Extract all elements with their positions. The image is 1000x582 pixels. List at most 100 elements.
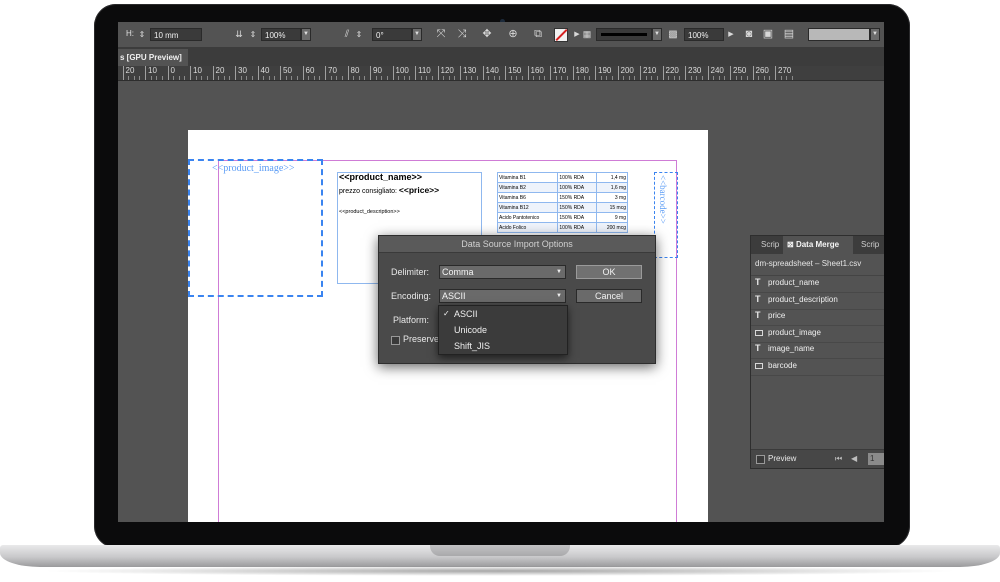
effects-icon[interactable]: ▣	[761, 27, 775, 42]
document-tab[interactable]: s [GPU Preview]	[118, 49, 188, 66]
close-icon[interactable]: ⊠	[787, 240, 796, 249]
table-cell[interactable]: Vitamina B12	[496, 202, 559, 213]
delimiter-select[interactable]: Comma ▼	[439, 265, 566, 279]
wrap-icon[interactable]: ▤	[782, 27, 796, 42]
table-cell[interactable]: Vitamina B6	[496, 192, 559, 203]
encoding-option-shift-jis[interactable]: Shift_JIS	[454, 341, 490, 351]
list-item[interactable]: barcode	[751, 359, 884, 376]
fill-none-icon[interactable]	[554, 28, 568, 42]
style-dropdown[interactable]: ▼	[870, 28, 880, 41]
list-item[interactable]: Tprice	[751, 309, 884, 327]
horizontal-ruler[interactable]: 3020100102030405060708090100110120130140…	[118, 66, 884, 81]
table-cell[interactable]: 150% RDA	[557, 192, 598, 203]
table-cell[interactable]: 150% RDA	[557, 202, 598, 213]
previous-record-icon[interactable]: ◀	[851, 454, 857, 463]
encoding-option-ascii[interactable]: ASCII	[454, 309, 478, 319]
ruler-minor-tick	[448, 76, 450, 80]
scale-field[interactable]: 100%	[261, 28, 301, 41]
list-item[interactable]: product_image	[751, 326, 884, 343]
flip-horizontal-icon[interactable]: ⤧	[434, 27, 448, 42]
text-field-icon: T	[755, 343, 761, 354]
ok-button[interactable]: OK	[576, 265, 642, 279]
stroke-swatch-icon[interactable]: ▦	[580, 27, 594, 42]
list-item[interactable]: Tproduct_name	[751, 276, 884, 293]
table-row[interactable]: Vitamina B12 150% RDA 15 mcg	[496, 202, 628, 213]
preview-checkbox[interactable]	[756, 455, 765, 464]
ruler-minor-tick	[296, 76, 298, 80]
panel-footer: Preview ⏮ ◀ 1	[751, 449, 884, 468]
ruler-minor-tick	[184, 76, 186, 80]
rotation-field[interactable]: 0°	[372, 28, 412, 41]
table-cell[interactable]: 1,6 mg	[596, 182, 628, 193]
height-stepper-icon[interactable]: ⇕	[137, 27, 147, 42]
nutrition-table[interactable]: Vitamina B1 100% RDA 1,4 mg Vitamina B2 100%…	[496, 172, 628, 233]
cancel-button[interactable]: Cancel	[576, 289, 642, 303]
style-select[interactable]	[808, 28, 870, 41]
flip-vertical-icon[interactable]: ⤨	[455, 27, 469, 42]
ruler-minor-tick	[656, 76, 658, 80]
list-item[interactable]: Timage_name	[751, 342, 884, 360]
select-previous-icon[interactable]: ⧉	[531, 27, 545, 42]
ruler-minor-tick	[673, 76, 675, 80]
ruler-minor-tick	[583, 76, 585, 80]
ruler-minor-tick	[218, 76, 220, 80]
preserve-checkbox[interactable]	[391, 336, 400, 345]
ruler-label: 100	[392, 66, 409, 80]
table-cell[interactable]: Vitamina B2	[496, 182, 559, 193]
tab-scripts[interactable]: Scrip	[759, 236, 781, 254]
barcode-placeholder: <<barcode>>	[658, 175, 668, 224]
zoom-menu-icon[interactable]: ▶	[724, 27, 738, 42]
delimiter-label: Delimiter:	[391, 267, 430, 277]
zoom-field[interactable]: 100%	[684, 28, 724, 41]
document-tab-bar: s [GPU Preview]	[118, 47, 884, 66]
table-row[interactable]: Vitamina B1 100% RDA 1,4 mg	[496, 172, 628, 183]
stroke-type-select[interactable]	[596, 28, 652, 41]
table-cell[interactable]: Acido Folico	[496, 222, 559, 233]
table-cell[interactable]: 3 mg	[596, 192, 628, 203]
table-row[interactable]: Vitamina B6 150% RDA 3 mg	[496, 192, 628, 203]
barcode-frame[interactable]: <<barcode>>	[654, 172, 678, 258]
panel-tabs: Scrip ⊠ Data Merge Scrip	[751, 236, 884, 254]
stroke-type-dropdown[interactable]: ▼	[652, 28, 662, 41]
shear-icon: ⫽	[344, 29, 350, 40]
table-cell[interactable]: 1,4 mg	[596, 172, 628, 183]
drop-shadow-icon[interactable]: ◙	[742, 27, 756, 42]
table-cell[interactable]: 150% RDA	[557, 212, 598, 223]
scale-dropdown[interactable]: ▼	[301, 28, 311, 41]
table-cell[interactable]: 9 mg	[596, 212, 628, 223]
field-name: product_image	[768, 327, 821, 337]
scale-stepper-icon[interactable]: ⇕	[248, 27, 258, 42]
ruler-minor-tick	[566, 76, 568, 80]
table-row[interactable]: Acido Folico 100% RDA 200 mcg	[496, 222, 628, 233]
table-cell[interactable]: Vitamina B1	[496, 172, 559, 183]
tab-data-merge[interactable]: ⊠ Data Merge	[783, 236, 853, 254]
table-row[interactable]: Acido Pantotenico 150% RDA 9 mg	[496, 212, 628, 223]
record-number-field[interactable]: 1	[868, 453, 884, 465]
table-cell[interactable]: 100% RDA	[557, 222, 598, 233]
select-container-icon[interactable]: ✥	[480, 27, 494, 42]
encoding-select[interactable]: ASCII ▼	[439, 289, 566, 303]
table-cell[interactable]: 100% RDA	[557, 182, 598, 193]
product-image-frame[interactable]: <<product_image>>	[188, 159, 323, 297]
list-item[interactable]: Tproduct_description	[751, 293, 884, 310]
table-cell[interactable]: Acido Pantotenico	[496, 212, 559, 223]
ruler-minor-tick	[578, 76, 580, 80]
table-cell[interactable]: 200 mcg	[596, 222, 628, 233]
rotate-stepper-icon[interactable]: ⇕	[354, 27, 364, 42]
tab-scripts-2[interactable]: Scrip	[859, 236, 881, 254]
first-record-icon[interactable]: ⏮	[835, 454, 842, 464]
encoding-option-unicode[interactable]: Unicode	[454, 325, 487, 335]
table-row[interactable]: Vitamina B2 100% RDA 1,6 mg	[496, 182, 628, 193]
ruler-minor-tick	[544, 76, 546, 80]
ruler-minor-tick	[353, 76, 355, 80]
rotation-dropdown[interactable]: ▼	[412, 28, 422, 41]
ruler-minor-tick	[679, 76, 681, 80]
table-cell[interactable]: 100% RDA	[557, 172, 598, 183]
ruler-label: 220	[662, 66, 679, 80]
chevron-down-icon: ▼	[556, 293, 562, 299]
select-content-icon[interactable]: ⊕	[506, 27, 520, 42]
ruler-minor-tick	[268, 76, 270, 80]
ruler-minor-tick	[623, 76, 625, 80]
height-field[interactable]: 10 mm	[150, 28, 202, 41]
table-cell[interactable]: 15 mcg	[596, 202, 628, 213]
